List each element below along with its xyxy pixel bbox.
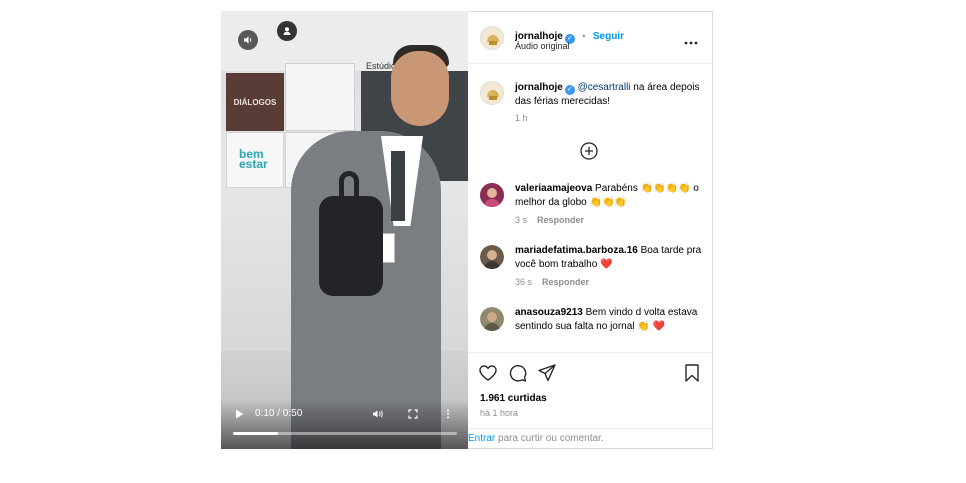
comment-2: mariadefatima.barboza.16 Boa tarde pra v… [515,244,705,272]
account-avatar[interactable] [480,26,504,50]
avatar-photo [480,183,504,207]
speaker-icon [244,36,252,44]
mute-toggle-button[interactable] [238,30,258,50]
video-person-head [391,51,449,126]
comment-time[interactable]: 36 s [515,277,532,287]
comment-bubble-icon [509,365,527,382]
avatar-photo [480,245,504,269]
reply-button[interactable]: Responder [537,215,584,225]
header-separator: • [582,31,586,41]
reply-button[interactable]: Responder [542,277,589,287]
login-link[interactable]: Entrar [468,433,495,444]
user-icon [283,27,291,35]
avatar-photo [480,307,504,331]
video-person-tie [391,151,405,221]
more-vertical-icon [447,409,449,419]
comment-username[interactable]: anasouza9213 [515,307,583,318]
play-button[interactable] [235,409,244,422]
volume-icon [373,410,383,418]
commenter-avatar[interactable] [480,183,504,207]
video-panel-blank [285,63,355,131]
verified-badge-icon: ✓ [564,85,575,95]
jornal-hoje-logo [481,27,503,49]
video-options-button[interactable] [446,409,450,422]
post-side-panel: jornalhoje ✓ • Seguir Áudio original jorn… [468,11,713,449]
login-prompt: Entrar para curtir ou comentar. [468,428,712,450]
comment-1-meta: 3 s Responder [515,215,584,225]
like-button[interactable] [478,363,498,383]
play-icon [236,409,244,419]
video-player[interactable]: Estúdio DIÁLOGOS bem estar 0:10 / 0:50 [221,11,468,449]
caption-time[interactable]: 1 h [515,113,528,123]
jornal-hoje-logo [481,82,503,104]
post-options-button[interactable] [684,32,698,50]
heart-icon [479,365,497,381]
share-button[interactable] [537,363,557,383]
comment-username[interactable]: valeriaamajeova [515,183,592,194]
follow-button[interactable]: Seguir [593,31,624,42]
video-controls-overlay [221,399,468,449]
send-icon [538,364,556,382]
comment-2-meta: 36 s Responder [515,277,589,287]
save-button[interactable] [682,363,702,383]
comment-button[interactable] [508,363,528,383]
video-bag [319,196,383,296]
volume-button[interactable] [372,409,384,422]
video-progress-bar[interactable] [233,432,457,435]
bookmark-icon [685,364,699,382]
video-time: 0:10 / 0:50 [255,408,303,419]
fullscreen-button[interactable] [408,409,418,422]
post-caption: jornalhoje ✓ @cesartralli na área depois … [515,81,705,109]
video-panel-bem-estar: bem estar [226,132,284,188]
audio-label[interactable]: Áudio original [515,41,570,51]
post-time[interactable]: há 1 hora [480,408,518,418]
video-progress-fill [233,432,278,435]
caption-avatar[interactable] [480,81,504,105]
post-header: jornalhoje ✓ • Seguir Áudio original [468,12,712,64]
tagged-user-button[interactable] [277,21,297,41]
fullscreen-icon [408,409,418,419]
caption-username[interactable]: jornalhoje [515,82,563,93]
load-more-comments-button[interactable] [580,142,598,165]
plus-circle-icon [580,142,598,160]
comment-1: valeriaamajeova Parabéns 👏👏👏👏 o melhor d… [515,182,705,210]
video-panel-dialogos: DIÁLOGOS [226,73,284,131]
caption-mention[interactable]: @cesartralli [578,82,631,93]
comment-time[interactable]: 3 s [515,215,527,225]
commenter-avatar[interactable] [480,307,504,331]
comment-username[interactable]: mariadefatima.barboza.16 [515,245,638,256]
commenter-avatar[interactable] [480,245,504,269]
login-prompt-text: para curtir ou comentar. [495,433,604,444]
likes-count[interactable]: 1.961 curtidas [480,393,547,404]
comment-3: anasouza9213 Bem vindo d volta estava se… [515,306,705,334]
more-horizontal-icon [684,41,698,45]
instagram-post: Estúdio DIÁLOGOS bem estar 0:10 / 0:50 j… [221,11,713,449]
video-person-badge [381,233,395,263]
